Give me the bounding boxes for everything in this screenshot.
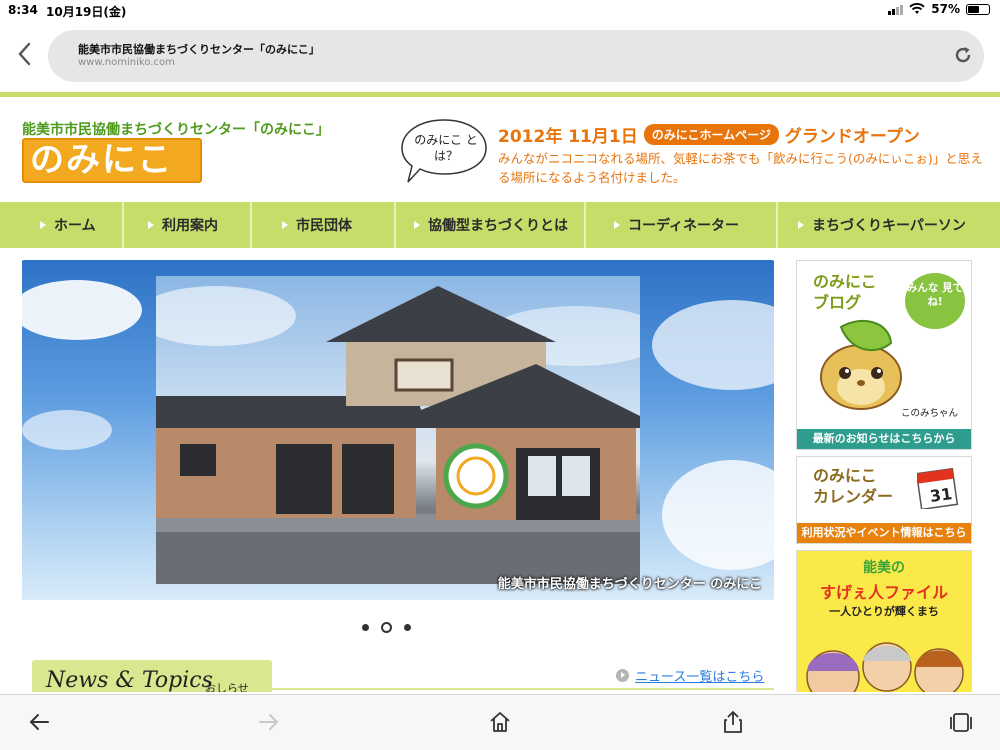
battery-icon bbox=[966, 3, 990, 15]
nav-item-label: まちづくりキーパーソン bbox=[812, 218, 966, 234]
page-title: 能美市市民協働まちづくりセンター「のみにこ」 bbox=[78, 43, 320, 56]
blog-banner[interactable]: のみにこ ブログ みんな 見てね! このみちゃん 最新のお知らせはこちらから bbox=[796, 260, 972, 450]
building-illustration bbox=[156, 286, 640, 584]
headline-date: 2012年 11月1日 bbox=[498, 127, 638, 147]
site-logo[interactable]: のみにこ bbox=[22, 138, 202, 183]
news-subtitle: おしらせ bbox=[205, 682, 249, 692]
nav-item-groups[interactable]: 市民団体 bbox=[252, 202, 396, 248]
slider-dot-2[interactable] bbox=[381, 622, 392, 633]
tabs-icon[interactable] bbox=[948, 709, 974, 735]
hero-caption: 能美市市民協働まちづくりセンター のみにこ bbox=[497, 577, 762, 592]
nav-arrow-icon bbox=[40, 221, 46, 229]
cellular-signal-icon bbox=[888, 4, 904, 15]
nav-arrow-icon bbox=[148, 221, 154, 229]
nav-arrow-icon bbox=[414, 221, 420, 229]
news-list-link[interactable]: ニュース一覧はこちら bbox=[616, 666, 764, 685]
web-page: 能美市市民協働まちづくりセンター「のみにこ」 のみにこ のみにこ とは？ 201… bbox=[0, 92, 1000, 692]
blog-title-1: のみにこ bbox=[813, 272, 877, 291]
nav-arrow-icon bbox=[282, 221, 288, 229]
file-top: 能美の bbox=[863, 560, 905, 576]
headline: 2012年 11月1日 のみにこホームページ グランドオープン bbox=[498, 122, 920, 147]
calendar-banner[interactable]: のみにこ カレンダー 31 利用状況やイベント情報はこちら bbox=[796, 456, 972, 544]
file-banner[interactable]: 能美の すげぇ人ファイル 一人ひとりが輝くまち bbox=[796, 550, 972, 692]
hero-slider[interactable]: 能美市市民協働まちづくりセンター のみにこ bbox=[22, 260, 774, 600]
nav-item-label: 協働型まちづくりとは bbox=[428, 218, 568, 234]
share-icon[interactable] bbox=[720, 709, 746, 735]
building-photo bbox=[156, 276, 640, 584]
status-time: 8:34 bbox=[8, 3, 38, 17]
nav-item-collaboration[interactable]: 協働型まちづくりとは bbox=[396, 202, 586, 248]
news-title: News & Topics bbox=[46, 668, 213, 692]
status-bar: 8:34 10月19日(金) 57% bbox=[0, 0, 1000, 22]
status-date: 10月19日(金) bbox=[46, 5, 127, 19]
slider-dot-1[interactable] bbox=[362, 624, 369, 631]
people-illustration bbox=[806, 642, 964, 692]
back-chevron-icon[interactable] bbox=[14, 40, 36, 68]
browser-toolbar bbox=[0, 694, 1000, 750]
battery-percent: 57% bbox=[931, 2, 960, 16]
home-icon[interactable] bbox=[487, 709, 513, 735]
nav-item-label: ホーム bbox=[54, 218, 96, 234]
status-right: 57% bbox=[888, 2, 990, 16]
blog-footer: 最新のお知らせはこちらから bbox=[797, 429, 971, 449]
address-bar[interactable]: 能美市市民協働まちづくりセンター「のみにこ」 www.nominiko.com bbox=[48, 30, 984, 82]
arrow-circle-icon bbox=[616, 669, 629, 682]
calendar-day: 31 bbox=[929, 484, 954, 506]
headline-tail: グランドオープン bbox=[784, 127, 920, 147]
calendar-icon: 31 bbox=[917, 467, 959, 509]
news-list-link-label: ニュース一覧はこちら bbox=[635, 670, 765, 685]
calendar-title-1: のみにこ bbox=[813, 466, 877, 485]
nav-item-label: コーディネーター bbox=[628, 218, 740, 234]
nav-item-home[interactable]: ホーム bbox=[0, 202, 124, 248]
site-description: みんながニコニコなれる場所、気軽にお茶でも「飲みに行こう(のみにぃこぉ)」と思え… bbox=[498, 151, 983, 185]
file-main: すげぇ人ファイル bbox=[819, 583, 948, 602]
nav-item-keyperson[interactable]: まちづくりキーパーソン bbox=[778, 202, 1000, 248]
nav-item-label: 利用案内 bbox=[162, 218, 218, 234]
wifi-icon bbox=[909, 3, 925, 14]
news-divider bbox=[272, 688, 774, 690]
calendar-title-2: カレンダー bbox=[813, 487, 894, 506]
headline-pill: のみにこホームページ bbox=[643, 124, 779, 145]
nav-item-coordinator[interactable]: コーディネーター bbox=[586, 202, 778, 248]
slider-dots bbox=[362, 622, 411, 633]
blog-bubble: みんな 見てね! bbox=[905, 273, 965, 329]
calendar-footer: 利用状況やイベント情報はこちら bbox=[797, 523, 971, 543]
battery-level bbox=[968, 5, 980, 13]
main-nav: ホーム 利用案内 市民団体 協働型まちづくりとは コーディネーター まちづくりキ… bbox=[0, 202, 1000, 248]
nav-arrow-icon bbox=[614, 221, 620, 229]
mascot-caption: このみちゃん bbox=[901, 408, 959, 419]
mascot-hamster-icon bbox=[820, 319, 902, 410]
nav-arrow-icon bbox=[798, 221, 804, 229]
bubble-text[interactable]: のみにこ とは？ bbox=[410, 132, 482, 164]
nav-item-label: 市民団体 bbox=[296, 218, 352, 234]
page-url: www.nominiko.com bbox=[78, 57, 175, 68]
forward-arrow-icon[interactable] bbox=[256, 709, 282, 735]
site-name: 能美市市民協働まちづくりセンター「のみにこ」 bbox=[22, 122, 330, 138]
slider-dot-3[interactable] bbox=[404, 624, 411, 631]
nav-item-guide[interactable]: 利用案内 bbox=[124, 202, 252, 248]
blog-title-2: ブログ bbox=[813, 293, 862, 312]
top-accent-line bbox=[0, 92, 1000, 97]
cloud-decoration bbox=[22, 410, 112, 450]
back-arrow-icon[interactable] bbox=[26, 709, 52, 735]
reload-icon[interactable] bbox=[952, 44, 974, 66]
